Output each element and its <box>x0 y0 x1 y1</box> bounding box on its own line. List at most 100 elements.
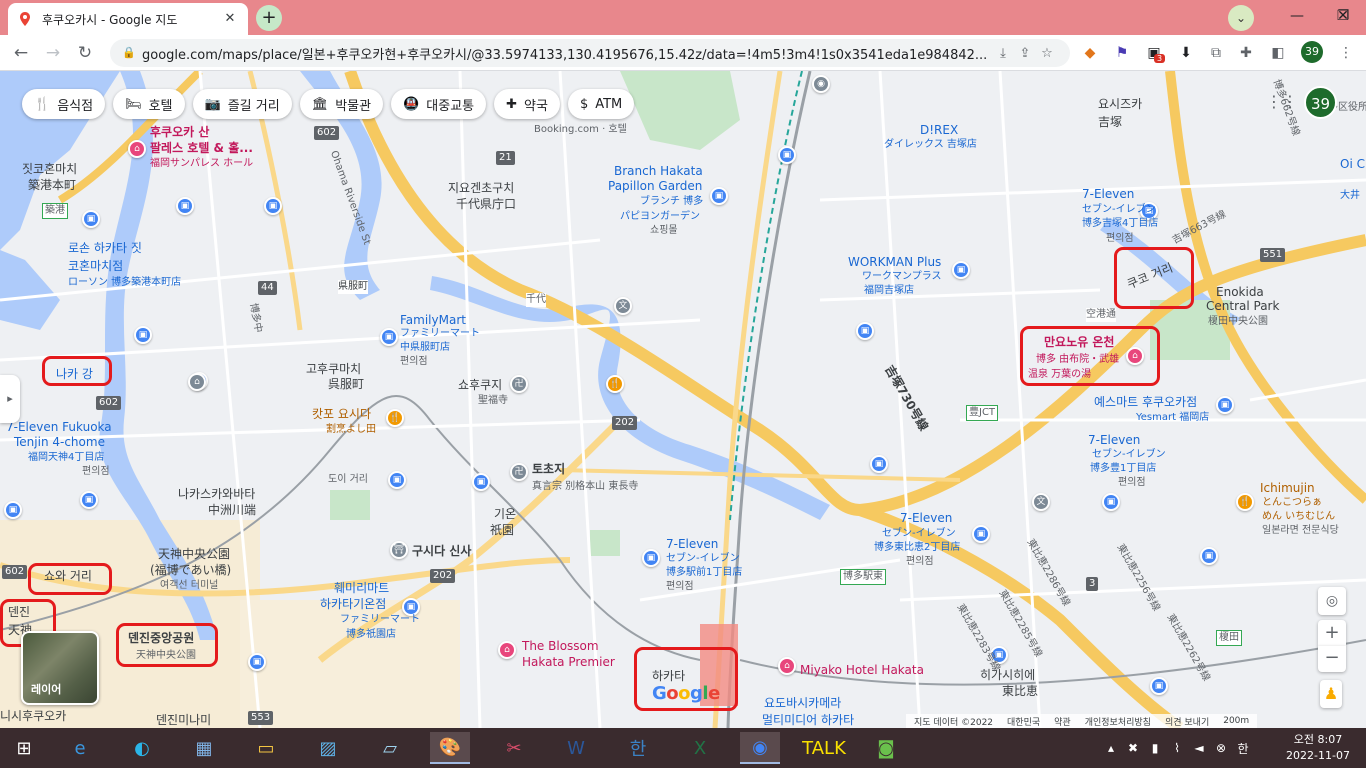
taskbar-clock[interactable]: 오전 8:07 2022-11-07 <box>1285 732 1351 764</box>
profile-avatar[interactable]: 39 <box>1301 41 1323 63</box>
shop-pin[interactable]: ▣ <box>1102 493 1120 511</box>
hotel-pin[interactable]: ⌂ <box>498 641 516 659</box>
minimize-icon[interactable]: — <box>1274 0 1320 35</box>
place-label[interactable]: 팔레스 호텔 & 홀... <box>150 141 253 155</box>
place-pin[interactable]: ◉ <box>812 75 830 93</box>
install-icon[interactable]: ⤓ <box>992 46 1014 61</box>
hangul-icon[interactable]: 한 <box>618 732 658 764</box>
place-label[interactable]: 코혼마치점 <box>68 259 123 273</box>
google-apps-icon[interactable]: ⋮⋮ <box>1266 92 1298 112</box>
bookmark-star-icon[interactable]: ☆ <box>1036 46 1058 61</box>
place-label[interactable]: 로손 하카타 짓 <box>68 241 142 255</box>
metamask-icon[interactable]: ◆ <box>1080 43 1100 63</box>
map-canvas[interactable]: 602 21 44 602 202 202 602 553 551 3 ⌂ ▣ … <box>0 71 1366 728</box>
new-tab-button[interactable]: + <box>256 5 282 31</box>
temple-pin[interactable]: 卍 <box>510 463 528 481</box>
place-label[interactable]: 7-Eleven Fukuoka <box>6 420 112 434</box>
wifi-icon[interactable]: ⌇ <box>1166 741 1188 755</box>
place-label[interactable]: D!REX <box>920 123 958 137</box>
place-label[interactable]: 구시다 신사 <box>412 544 471 558</box>
shop-pin[interactable]: ▣ <box>870 455 888 473</box>
school-pin[interactable]: 文 <box>614 297 632 315</box>
place-label[interactable]: 7-Eleven <box>1088 433 1140 447</box>
tab-manager-icon[interactable]: ⧉ <box>1206 43 1226 63</box>
shop-pin[interactable]: ▣ <box>134 326 152 344</box>
place-label[interactable]: 하카타기온점 <box>320 597 386 611</box>
place-label[interactable]: 후쿠오카 산 <box>150 125 209 139</box>
shop-pin[interactable]: ▣ <box>710 187 728 205</box>
chip-attractions[interactable]: 📷 즐길 거리 <box>192 89 292 119</box>
zoom-out-button[interactable]: − <box>1318 646 1346 672</box>
download-extension-icon[interactable]: ⬇ <box>1176 43 1196 63</box>
account-avatar[interactable]: 39 <box>1304 86 1337 119</box>
place-label[interactable]: 7-Eleven <box>900 511 952 525</box>
scale-bar[interactable]: 200m <box>1223 716 1249 726</box>
menu-kebab-icon[interactable]: ⋮ <box>1336 43 1356 63</box>
excel-icon[interactable]: X <box>680 732 720 764</box>
place-label[interactable]: The Blossom <box>522 639 599 653</box>
extension-flag-icon[interactable]: ⚑ <box>1112 43 1132 63</box>
place-label[interactable]: 예스마트 후쿠오카점 <box>1094 395 1197 409</box>
network-error-icon[interactable]: ✖ <box>1122 741 1144 755</box>
place-label[interactable]: 요도바시카메라 <box>764 696 841 710</box>
place-label[interactable]: 7-Eleven <box>666 537 718 551</box>
hotel-pin[interactable]: ⌂ <box>778 657 796 675</box>
line-icon[interactable]: ◙ <box>866 732 906 764</box>
restaurant-pin[interactable]: 🍴 <box>606 375 624 393</box>
restaurant-pin[interactable]: 🍴 <box>386 409 404 427</box>
shop-pin[interactable]: ▣ <box>380 328 398 346</box>
extensions-puzzle-icon[interactable]: ✚ <box>1236 43 1256 63</box>
chrome-icon[interactable]: ◉ <box>740 732 780 764</box>
side-panel-icon[interactable]: ◧ <box>1268 43 1288 63</box>
place-label[interactable]: Tenjin 4-chome <box>14 435 105 449</box>
shop-pin[interactable]: ▣ <box>82 210 100 228</box>
shop-pin[interactable]: ▣ <box>264 197 282 215</box>
windows-start-icon[interactable]: ⊞ <box>4 732 44 764</box>
volume-icon[interactable]: ◄ <box>1188 741 1210 755</box>
shop-pin[interactable]: ▣ <box>856 322 874 340</box>
shop-pin[interactable]: ▣ <box>642 549 660 567</box>
chip-transit[interactable]: 🚇 대중교통 <box>391 89 487 119</box>
shop-pin[interactable]: ▣ <box>80 491 98 509</box>
place-label[interactable]: 쇼후쿠지 <box>458 378 502 392</box>
place-label[interactable]: 토초지 <box>532 462 565 476</box>
shop-pin[interactable]: ▣ <box>778 146 796 164</box>
shop-pin[interactable]: ▣ <box>1150 677 1168 695</box>
shop-pin[interactable]: ▣ <box>4 501 22 519</box>
shop-pin[interactable]: ▣ <box>176 197 194 215</box>
place-label[interactable]: Oi C <box>1340 157 1365 171</box>
street-view-pegman-icon[interactable]: ♟ <box>1320 680 1342 708</box>
reload-icon[interactable]: ↻ <box>72 40 98 66</box>
shop-pin[interactable]: ▣ <box>972 525 990 543</box>
place-label[interactable]: 멀티미디어 하카타 <box>762 713 854 727</box>
lock-icon[interactable]: 🔒 <box>122 46 136 60</box>
terms-link[interactable]: 약관 <box>1054 715 1071 728</box>
place-label[interactable]: 캇포 요시다 <box>312 407 371 421</box>
shop-pin[interactable]: ▣ <box>388 471 406 489</box>
paint-icon[interactable]: 🎨 <box>430 732 470 764</box>
edge-icon[interactable]: ◐ <box>122 732 162 764</box>
zoom-in-button[interactable]: + <box>1318 620 1346 646</box>
tab-search-icon[interactable]: ⌄ <box>1228 5 1254 31</box>
school-pin[interactable]: 文 <box>1032 493 1050 511</box>
privacy-link[interactable]: 개인정보처리방침 <box>1085 715 1151 728</box>
close-tray-icon[interactable]: ⊗ <box>1210 741 1232 755</box>
word-icon[interactable]: W <box>556 732 596 764</box>
place-label[interactable]: Miyako Hotel Hakata <box>800 663 924 677</box>
photos-icon[interactable]: ▨ <box>308 732 348 764</box>
place-label[interactable]: Papillon Garden <box>608 179 702 193</box>
place-label[interactable]: 7-Eleven <box>1082 187 1134 201</box>
notes-icon[interactable]: ▱ <box>370 732 410 764</box>
my-location-button[interactable]: ◎ <box>1318 587 1346 615</box>
place-label[interactable]: 훼미리마트 <box>334 581 389 595</box>
feedback-link[interactable]: 의견 보내기 <box>1165 715 1209 728</box>
tray-expand-icon[interactable]: ▴ <box>1100 741 1122 755</box>
place-label[interactable]: WORKMAN Plus <box>848 255 941 269</box>
battery-icon[interactable]: ▮ <box>1144 741 1166 755</box>
chip-hotel[interactable]: 🛏 호텔 <box>113 89 185 119</box>
temple-pin[interactable]: 卍 <box>510 375 528 393</box>
park-label[interactable]: Enokida <box>1216 285 1264 299</box>
kakaotalk-icon[interactable]: TALK <box>802 732 846 764</box>
shop-pin[interactable]: ▣ <box>472 473 490 491</box>
chip-museum[interactable]: 🏛 박물관 <box>299 89 384 119</box>
